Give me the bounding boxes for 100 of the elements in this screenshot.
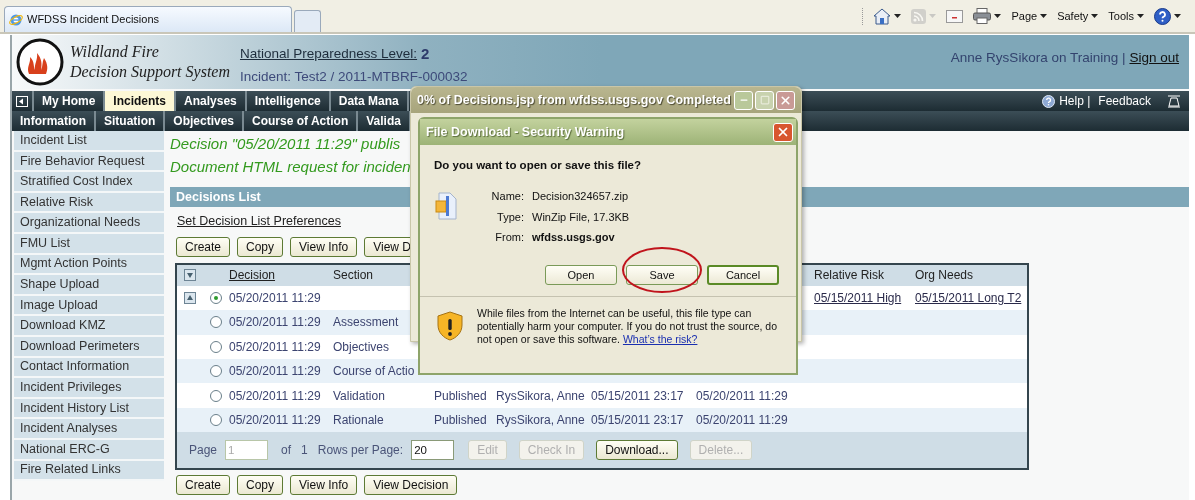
table-cell: 05/20/2011 11:29 [229,364,321,379]
sidebar-item[interactable]: Shape Upload [14,275,164,296]
home-icon [873,7,892,25]
radio-button[interactable] [210,291,222,304]
table-cell: Published [434,388,487,403]
sidebar-item[interactable]: Incident Analyses [14,419,164,440]
sidebar-item[interactable]: Stratified Cost Index [14,172,164,193]
zip-file-icon [434,192,458,221]
field-value: wfdss.usgs.gov [532,230,615,246]
table-cell: Assessment [333,315,399,330]
table-cell: 05/20/2011 11:29 [229,388,321,403]
dialog-button[interactable]: Cancel [707,264,779,285]
sidebar-item[interactable]: Download KMZ [14,316,164,337]
sidebar-item[interactable]: FMU List [14,233,164,255]
sidebar-item[interactable]: Fire Behavior Request [14,151,164,173]
page-button[interactable]: View Info [290,236,358,257]
toolbar-menu[interactable]: Tools [1108,7,1144,25]
preferences-link[interactable]: Set Decision List Preferences [177,212,341,231]
sidebar-item[interactable]: Fire Related Links [14,460,164,482]
table-link[interactable]: 05/15/2011 Long T2 [915,290,1022,305]
close-button[interactable] [773,122,793,142]
preparedness-level: 2 [421,43,430,64]
risk-link[interactable]: What’s the risk? [622,332,698,345]
nav-tab[interactable]: Incidents [105,91,177,111]
caret-icon [929,14,937,18]
table-cell: 05/20/2011 11:29 [229,412,321,427]
close-button[interactable] [776,90,795,110]
radio-button[interactable] [210,413,222,426]
table-cell: RysSikora, Anne [496,388,585,403]
page-button[interactable]: Copy [237,475,284,496]
status-message: Document HTML request for inciden [170,157,411,177]
toolbar-button[interactable] [973,8,1002,24]
dialog-button[interactable]: Open [545,265,617,285]
sign-out-link[interactable]: Sign out [1129,48,1179,69]
sidebar-item[interactable]: Download Perimeters [14,336,164,358]
nav-tab[interactable]: Course of Action [244,111,359,131]
column-header-link[interactable]: Decision [229,268,276,283]
table-cell: 05/20/2011 11:29 [696,412,788,427]
sidebar-item[interactable]: Contact Information [14,357,164,379]
sidebar-item[interactable]: Organizational Needs [14,213,164,234]
page-button[interactable]: Copy [237,236,284,257]
page-button[interactable]: Download... [596,440,678,461]
collapse-icon[interactable] [184,291,196,304]
help-link[interactable]: Help | [1059,92,1091,110]
page-button[interactable]: Create [176,475,231,496]
sidebar-item[interactable]: Image Upload [14,295,164,317]
dialog-question: Do you want to open or save this file? [434,158,643,173]
caret-icon [1137,14,1144,18]
help-icon [1042,94,1056,108]
table-cell: 05/20/2011 11:29 [229,315,321,330]
sidebar-item[interactable]: Relative Risk [14,192,164,214]
flame-logo [16,38,64,86]
caret-icon [1174,14,1181,18]
feedback-link[interactable]: Feedback [1098,92,1151,110]
dialog-title: File Download - Security Warning [426,123,625,141]
user-label: Anne RysSikora on Training | [950,49,1126,67]
table-cell: Course of Actio [333,364,415,379]
page-button[interactable]: Create [176,236,231,257]
of-label: of [281,442,292,460]
radio-button[interactable] [210,316,222,329]
dialog-button[interactable]: Save [626,265,698,285]
page-count: 1 [301,442,308,460]
minimize-button[interactable] [734,90,753,110]
field-value: WinZip File, 17.3KB [532,209,630,225]
toolbar-button[interactable] [1154,7,1181,25]
table-cell: Published [434,412,487,427]
caret-icon [1040,14,1048,18]
logo-text: Wildland Fire [70,42,160,62]
sidebar-item[interactable]: Mgmt Action Points [14,254,164,276]
rows-per-page-field[interactable]: 20 [411,440,455,461]
page-button[interactable]: View Decision [364,475,458,496]
table-link[interactable]: 05/15/2011 High [814,290,902,305]
caret-icon [1091,14,1099,18]
table-cell: Rationale [333,412,384,427]
warning-text: While files from the Internet can be useful, this file type can potentially harm your computer. If you do not trust the source, do not open or save this software. What’s the risk? [477,306,778,346]
sidebar-item[interactable]: Incident Privileges [14,378,164,399]
field-value: Decision324657.zip [532,189,628,205]
page-button[interactable]: View Info [290,475,358,496]
toolbar-button[interactable] [873,7,902,25]
table-cell: 05/20/2011 11:29 [229,339,321,354]
radio-button[interactable] [210,365,222,378]
preparedness-link[interactable]: National Preparedness Level: [240,43,418,64]
sidebar-item[interactable]: National ERC-G [14,439,164,461]
table-cell: 05/20/2011 11:29 [696,388,788,403]
new-tab-button[interactable] [294,10,321,32]
sidebar-item[interactable]: Incident History List [14,398,164,420]
toolbar-menu[interactable]: Page [1011,7,1048,25]
sort-icon[interactable] [184,269,196,282]
feed-icon [911,8,927,24]
nav-tab[interactable]: Objectives [165,111,245,131]
fullscreen-icon[interactable] [1167,94,1181,108]
sidebar-item[interactable]: Incident List [14,131,164,152]
radio-button[interactable] [210,340,222,353]
printer-icon [973,8,992,24]
column-header: Section [333,268,374,283]
browser-tab[interactable]: WFDSS Incident Decisions [4,6,292,32]
radio-button[interactable] [210,389,222,402]
toolbar-menu[interactable]: Safety [1057,7,1099,25]
column-header: Relative Risk [814,268,885,283]
maximize-icon [759,95,770,105]
